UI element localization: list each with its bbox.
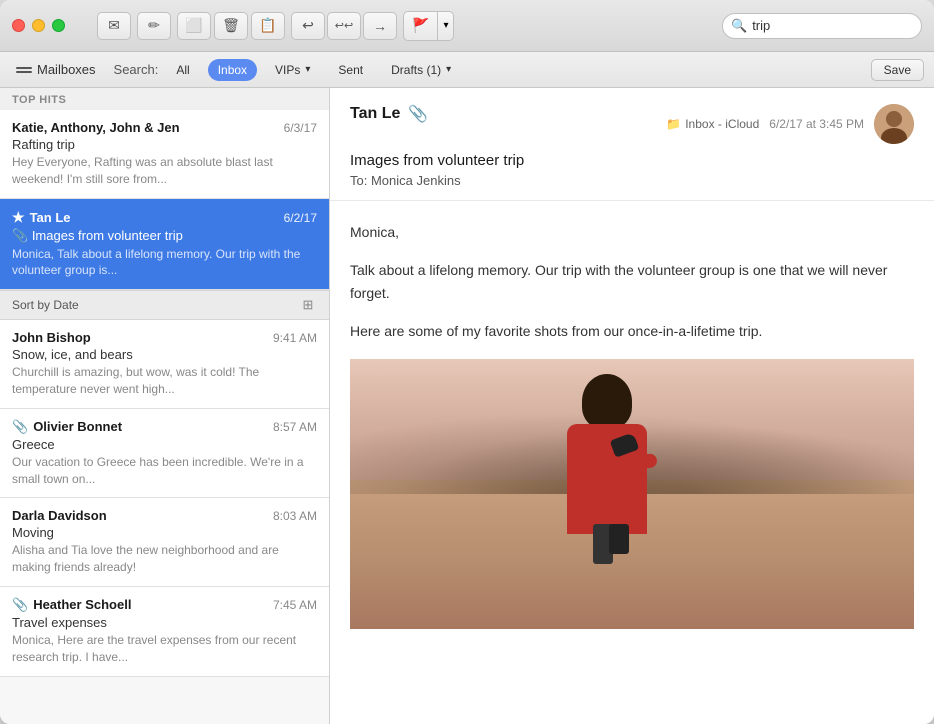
- save-button[interactable]: Save: [871, 59, 924, 81]
- flag-button[interactable]: 🚩 ▾: [403, 11, 454, 41]
- detail-inbox-label: 📁 Inbox - iCloud: [666, 117, 759, 131]
- detail-header: Tan Le 📎 📁 Inbox - iCloud 6/2/17 at 3:45…: [330, 88, 934, 201]
- search-icon: 🔍: [731, 18, 747, 34]
- mailboxes-label: Mailboxes: [37, 62, 96, 77]
- search-label: Search:: [114, 62, 159, 77]
- detail-to: To: Monica Jenkins: [350, 173, 914, 188]
- sort-label[interactable]: Sort by Date: [12, 298, 79, 312]
- person-arm-right: [617, 453, 658, 470]
- email-list: Top Hits Katie, Anthony, John & Jen 6/3/…: [0, 88, 330, 724]
- sort-bar: Sort by Date ⊞: [0, 290, 329, 320]
- email-date-darla: 8:03 AM: [273, 509, 317, 523]
- app-window: ✉ ✏ ⬜ 🗑 📋 ↩ ↩↩ → 🚩 ▾ 🔍 trip ✕: [0, 0, 934, 724]
- email-preview-heather: Monica, Here are the travel expenses fro…: [12, 632, 317, 666]
- email-subject-darla: Moving: [12, 525, 317, 540]
- email-subject-olivier: Greece: [12, 437, 317, 452]
- mailboxes-icon: [16, 64, 32, 76]
- detail-date: 6/2/17 at 3:45 PM: [769, 117, 864, 131]
- flag-dropdown-button[interactable]: ▾: [437, 12, 453, 40]
- person-head: [582, 374, 632, 429]
- delete-button[interactable]: 🗑: [214, 12, 248, 40]
- email-sender-darla: Darla Davidson: [12, 508, 107, 523]
- detail-sender-name: Tan Le: [350, 105, 400, 123]
- reply-all-button[interactable]: ↩↩: [327, 12, 361, 40]
- email-preview-darla: Alisha and Tia love the new neighborhood…: [12, 542, 317, 576]
- person-arm-left: [566, 452, 608, 473]
- email-photo: [350, 359, 914, 629]
- email-date-johnbishop: 9:41 AM: [273, 331, 317, 345]
- detail-sender-info: Tan Le 📎: [350, 104, 428, 124]
- filter-sent-pill[interactable]: Sent: [328, 59, 373, 81]
- star-icon: ★: [12, 209, 25, 226]
- filter-bar: Mailboxes Search: All Inbox VIPs Sent Dr…: [0, 52, 934, 88]
- email-date-olivier: 8:57 AM: [273, 420, 317, 434]
- email-item-katie[interactable]: Katie, Anthony, John & Jen 6/3/17 Raftin…: [0, 110, 329, 199]
- titlebar: ✉ ✏ ⬜ 🗑 📋 ↩ ↩↩ → 🚩 ▾ 🔍 trip ✕: [0, 0, 934, 52]
- detail-subject: Images from volunteer trip: [350, 152, 914, 169]
- email-date-tanle: 6/2/17: [284, 211, 317, 225]
- close-button[interactable]: [12, 19, 25, 32]
- forward-button[interactable]: →: [363, 12, 397, 40]
- email-preview-tanle: Monica, Talk about a lifelong memory. Ou…: [12, 246, 317, 280]
- filter-vips-pill[interactable]: VIPs: [265, 59, 320, 81]
- detail-meta-row: Tan Le 📎 📁 Inbox - iCloud 6/2/17 at 3:45…: [350, 104, 914, 144]
- detail-attachment-icon: 📎: [408, 104, 428, 124]
- avatar: [874, 104, 914, 144]
- reply-button[interactable]: ↩: [291, 12, 325, 40]
- email-subject-heather: Travel expenses: [12, 615, 317, 630]
- detail-body: Monica, Talk about a lifelong memory. Ou…: [330, 201, 934, 649]
- email-sender-katie: Katie, Anthony, John & Jen: [12, 120, 180, 135]
- attachment-icon-heather: 📎: [12, 597, 28, 613]
- email-sender-tanle: ★ Tan Le: [12, 209, 71, 226]
- folder-icon: 📁: [666, 117, 681, 131]
- search-input[interactable]: trip: [752, 18, 928, 33]
- email-item-darla[interactable]: Darla Davidson 8:03 AM Moving Alisha and…: [0, 498, 329, 587]
- search-box: 🔍 trip ✕: [722, 13, 922, 39]
- photo-person: [547, 359, 667, 535]
- compose-icon[interactable]: ✉: [97, 12, 131, 40]
- email-item-heather[interactable]: 📎 Heather Schoell 7:45 AM Travel expense…: [0, 587, 329, 677]
- email-sender-heather: 📎 Heather Schoell: [12, 597, 131, 613]
- filter-inbox-pill[interactable]: Inbox: [208, 59, 257, 81]
- compose-new-button[interactable]: ✏: [137, 12, 171, 40]
- archive-button[interactable]: ⬜: [177, 12, 211, 40]
- filter-drafts-pill[interactable]: Drafts (1): [381, 59, 461, 81]
- email-date-katie: 6/3/17: [284, 121, 317, 135]
- reply-actions: ↩ ↩↩ →: [291, 12, 397, 40]
- toolbar: ✉ ✏ ⬜ 🗑 📋 ↩ ↩↩ → 🚩 ▾ 🔍 trip ✕: [97, 11, 922, 41]
- mailboxes-button[interactable]: Mailboxes: [10, 60, 102, 79]
- traffic-lights: [12, 19, 65, 32]
- body-paragraph-2: Here are some of my favorite shots from …: [350, 320, 914, 342]
- person-leg-right: [609, 524, 629, 554]
- detail-meta-right: 📁 Inbox - iCloud 6/2/17 at 3:45 PM: [666, 104, 914, 144]
- message-actions: ⬜ 🗑 📋: [177, 12, 285, 40]
- flag-main-button[interactable]: 🚩: [404, 12, 437, 40]
- maximize-button[interactable]: [52, 19, 65, 32]
- email-subject-johnbishop: Snow, ice, and bears: [12, 347, 317, 362]
- email-subject-tanle: 📎 Images from volunteer trip: [12, 228, 317, 244]
- email-item-olivierbonnet[interactable]: 📎 Olivier Bonnet 8:57 AM Greece Our vaca…: [0, 409, 329, 499]
- body-paragraph-1: Talk about a lifelong memory. Our trip w…: [350, 259, 914, 304]
- filter-all-pill[interactable]: All: [166, 59, 199, 81]
- email-date-heather: 7:45 AM: [273, 598, 317, 612]
- email-item-johnbishop[interactable]: John Bishop 9:41 AM Snow, ice, and bears…: [0, 320, 329, 409]
- top-hits-header: Top Hits: [0, 88, 329, 110]
- email-sender-olivier: 📎 Olivier Bonnet: [12, 419, 122, 435]
- email-preview-katie: Hey Everyone, Rafting was an absolute bl…: [12, 154, 317, 188]
- email-subject-katie: Rafting trip: [12, 137, 317, 152]
- attachment-icon-tanle: 📎: [12, 228, 28, 243]
- email-preview-olivier: Our vacation to Greece has been incredib…: [12, 454, 317, 488]
- email-preview-johnbishop: Churchill is amazing, but wow, was it co…: [12, 364, 317, 398]
- email-detail: Tan Le 📎 📁 Inbox - iCloud 6/2/17 at 3:45…: [330, 88, 934, 724]
- email-item-tanle[interactable]: ★ Tan Le 6/2/17 📎 Images from volunteer …: [0, 199, 329, 291]
- body-greeting: Monica,: [350, 221, 914, 243]
- attachment-icon-olivier: 📎: [12, 419, 28, 435]
- sort-filter-icon[interactable]: ⊞: [299, 296, 317, 314]
- email-sender-johnbishop: John Bishop: [12, 330, 91, 345]
- minimize-button[interactable]: [32, 19, 45, 32]
- main-content: Top Hits Katie, Anthony, John & Jen 6/3/…: [0, 88, 934, 724]
- photo-scene: [350, 359, 914, 629]
- move-button[interactable]: 📋: [251, 12, 285, 40]
